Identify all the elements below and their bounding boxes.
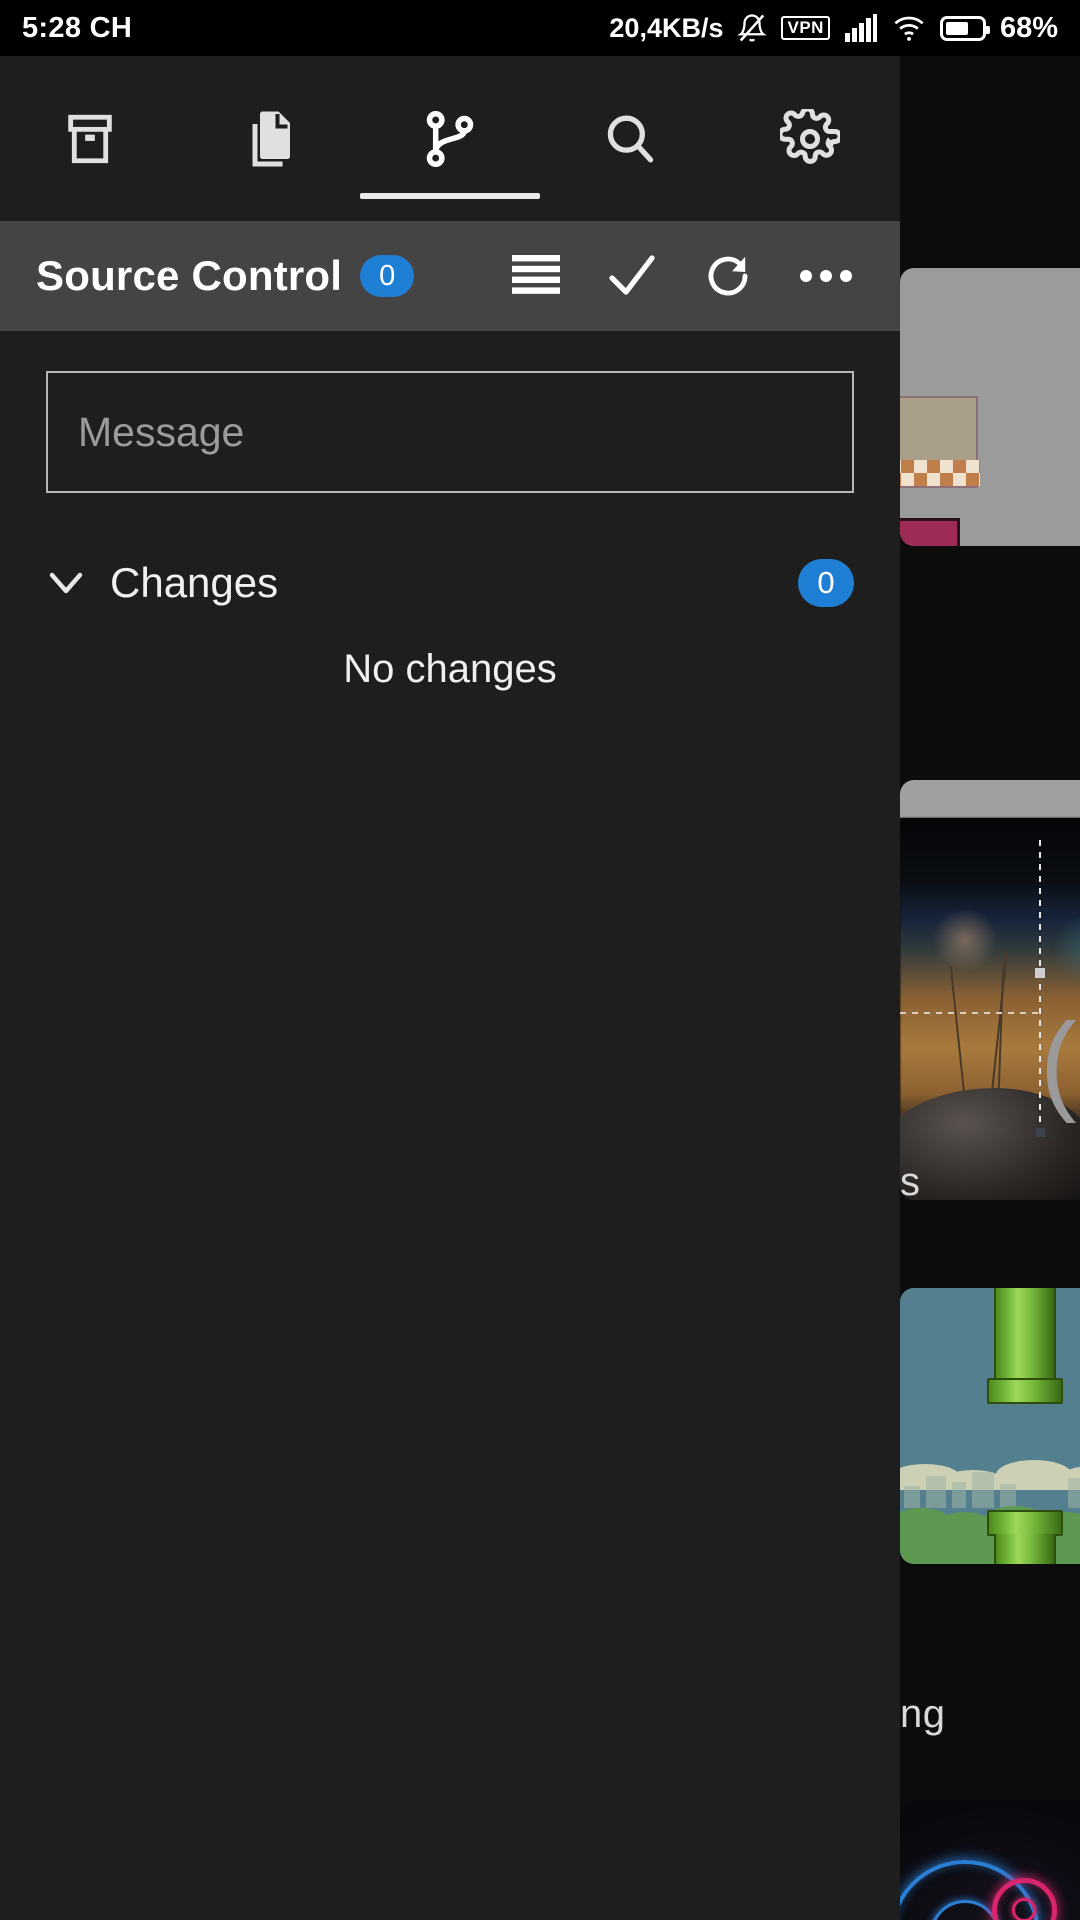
cellular-signal-icon <box>844 13 878 43</box>
changes-count-badge: 0 <box>798 559 854 607</box>
gear-icon <box>780 108 840 169</box>
background-app-label-apps: s <box>900 1160 921 1204</box>
photo-card-titlebar <box>900 780 1080 818</box>
more-horizontal-icon[interactable] <box>798 266 854 286</box>
tab-source-control[interactable] <box>360 56 540 221</box>
status-bar: 5:28 CH 20,4KB/s VPN 68% <box>0 0 1080 56</box>
status-battery-percent: 68% <box>999 11 1058 44</box>
background-photo-card[interactable] <box>900 780 1080 1200</box>
tab-files[interactable] <box>180 56 360 221</box>
list-lines-icon[interactable] <box>510 253 562 299</box>
background-maroon-sprite <box>900 518 960 546</box>
game-pipe-top <box>994 1288 1056 1384</box>
source-control-body: Message Changes 0 No changes <box>0 371 900 692</box>
header-actions <box>510 250 864 302</box>
screen: s ng ( 5:28 CH 20,4KB/s VPN 68% Source C… <box>0 0 1080 1920</box>
vpn-badge: VPN <box>781 16 830 40</box>
tab-archive[interactable] <box>0 56 180 221</box>
background-game-card[interactable] <box>900 1288 1080 1564</box>
battery-icon <box>939 15 990 41</box>
game-pipe-top-cap <box>987 1378 1063 1404</box>
status-clock: 5:28 CH <box>22 11 133 44</box>
background-paren-glyph: ( <box>1040 1001 1077 1124</box>
background-tan-sprite <box>900 396 980 488</box>
active-tab-indicator <box>360 193 540 199</box>
search-icon <box>601 110 659 168</box>
chevron-down-icon[interactable] <box>46 569 86 597</box>
source-control-header: Source Control 0 <box>0 221 900 331</box>
git-branch-icon <box>421 108 479 170</box>
changes-section-header[interactable]: Changes 0 <box>46 553 854 613</box>
tab-search[interactable] <box>540 56 720 221</box>
status-network-speed: 20,4KB/s <box>609 12 724 43</box>
changes-label: Changes <box>110 559 279 606</box>
archive-box-icon <box>61 110 119 168</box>
game-pipe-bottom <box>994 1534 1056 1564</box>
photo-bokeh-warm <box>930 910 1000 970</box>
selection-marquee-top <box>900 1012 1039 1014</box>
sidebar-tab-bar <box>0 56 900 221</box>
refresh-icon[interactable] <box>702 250 754 302</box>
commit-message-placeholder: Message <box>78 408 245 455</box>
source-control-drawer: Source Control 0 Message Changes 0 No ch… <box>0 56 900 1920</box>
copy-files-icon <box>240 109 300 169</box>
background-neon-card[interactable] <box>900 1800 1080 1920</box>
bell-muted-icon <box>737 12 768 44</box>
page-title: Source Control <box>36 252 343 299</box>
no-changes-message: No changes <box>343 647 557 691</box>
background-editor-card[interactable] <box>900 268 1080 546</box>
neon-pink-inner-ring <box>1012 1898 1036 1920</box>
commit-message-input[interactable]: Message <box>46 371 854 493</box>
background-app-label-flappy: ng <box>900 1692 946 1736</box>
source-control-count-badge: 0 <box>360 255 415 297</box>
background-checker-pattern <box>900 460 980 486</box>
status-icons: 20,4KB/s VPN 68% <box>609 12 1058 45</box>
wifi-icon <box>892 13 926 43</box>
game-pipe-bottom-cap <box>987 1510 1063 1536</box>
checkmark-icon[interactable] <box>606 252 658 300</box>
selection-handle[interactable] <box>1036 1128 1045 1137</box>
selection-handle[interactable] <box>1035 968 1045 978</box>
tab-settings[interactable] <box>720 56 900 221</box>
